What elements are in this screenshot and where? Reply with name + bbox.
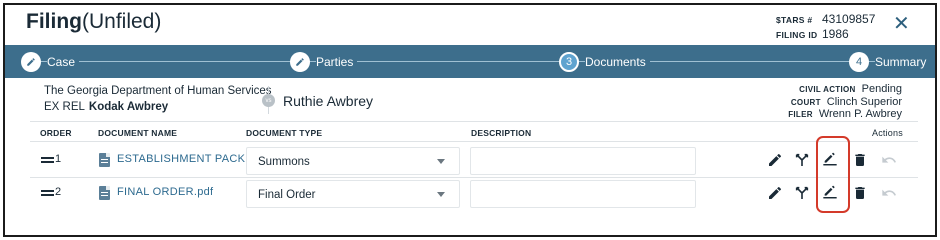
column-header-order: ORDER bbox=[40, 128, 72, 138]
row-order: 2 bbox=[55, 186, 62, 198]
step-number: 3 bbox=[559, 52, 579, 72]
undo-icon[interactable] bbox=[881, 152, 897, 168]
document-type-value: Summons bbox=[258, 156, 310, 168]
chevron-down-icon bbox=[437, 192, 445, 197]
filing-id-label: FILING ID bbox=[776, 30, 818, 40]
ex-rel-name: Kodak Awbrey bbox=[88, 101, 169, 113]
filer-label: FILER bbox=[788, 110, 813, 119]
row-order: 1 bbox=[55, 153, 62, 165]
step-label: Parties bbox=[316, 55, 358, 69]
court-value: Clinch Superior bbox=[826, 95, 902, 108]
step-case[interactable]: Case bbox=[21, 51, 80, 73]
divider bbox=[30, 141, 918, 142]
drag-handle-icon[interactable] bbox=[41, 190, 54, 196]
chevron-down-icon bbox=[437, 159, 445, 164]
merge-icon[interactable] bbox=[794, 185, 810, 201]
undo-icon[interactable] bbox=[881, 185, 897, 201]
drag-handle-icon[interactable] bbox=[41, 157, 54, 163]
court-label: COURT bbox=[790, 97, 821, 107]
column-header-document-name: DOCUMENT NAME bbox=[98, 128, 178, 138]
divider bbox=[30, 177, 918, 178]
divider bbox=[30, 121, 918, 122]
defendant-name: Ruthie Awbrey bbox=[283, 93, 374, 109]
step-label: Documents bbox=[585, 55, 650, 69]
pencil-icon[interactable] bbox=[767, 185, 783, 201]
highlight-annotation bbox=[816, 136, 850, 213]
document-icon bbox=[99, 186, 110, 200]
step-label: Case bbox=[47, 55, 80, 69]
document-type-select[interactable]: Summons bbox=[246, 147, 460, 175]
step-documents[interactable]: 3 Documents bbox=[559, 51, 650, 73]
description-input[interactable] bbox=[470, 147, 696, 175]
filing-id-value: 1986 bbox=[822, 27, 849, 41]
case-info: CIVIL ACTION Pending COURT Clinch Superior… bbox=[788, 83, 902, 121]
stars-value: 43109857 bbox=[822, 12, 876, 26]
document-type-value: Final Order bbox=[258, 189, 316, 201]
pencil-icon bbox=[290, 52, 310, 72]
step-number: 4 bbox=[849, 52, 869, 72]
column-header-document-type: DOCUMENT TYPE bbox=[246, 128, 323, 138]
civil-action-label: CIVIL ACTION bbox=[799, 85, 856, 94]
title-status: (Unfiled) bbox=[82, 10, 162, 33]
document-type-select[interactable]: Final Order bbox=[246, 180, 460, 208]
trash-icon[interactable] bbox=[852, 185, 868, 201]
step-parties[interactable]: Parties bbox=[290, 51, 358, 73]
pencil-icon[interactable] bbox=[767, 152, 783, 168]
filing-ids: $TARS # 43109857 FILING ID 1986 bbox=[776, 12, 875, 42]
step-summary[interactable]: 4 Summary bbox=[849, 51, 931, 73]
progress-stepper: Case Parties 3 Documents 4 Summary bbox=[5, 45, 935, 78]
document-name-link[interactable]: FINAL ORDER.pdf bbox=[117, 186, 213, 198]
pencil-icon bbox=[21, 52, 41, 72]
stepper-track bbox=[29, 61, 875, 62]
step-label: Summary bbox=[875, 55, 931, 69]
filer-value: Wrenn P. Awbrey bbox=[818, 108, 902, 120]
plaintiff-name: The Georgia Department of Human Services bbox=[44, 85, 272, 97]
merge-icon[interactable] bbox=[794, 152, 810, 168]
ex-rel-label: EX REL bbox=[44, 101, 85, 113]
title-main: Filing bbox=[26, 10, 82, 33]
stars-label: $TARS # bbox=[776, 15, 813, 25]
civil-action-value: Pending bbox=[861, 83, 902, 95]
column-header-description: DESCRIPTION bbox=[471, 128, 532, 138]
close-icon[interactable]: ✕ bbox=[893, 14, 910, 34]
document-icon bbox=[99, 153, 110, 167]
page-title: Filing(Unfiled) bbox=[26, 10, 161, 34]
column-header-actions: Actions bbox=[872, 128, 903, 138]
description-input[interactable] bbox=[470, 180, 696, 208]
vs-badge: vs bbox=[262, 94, 275, 107]
ex-rel: EX REL Kodak Awbrey bbox=[44, 101, 168, 113]
document-name-link[interactable]: ESTABLISHMENT PACKE... bbox=[117, 153, 263, 165]
trash-icon[interactable] bbox=[852, 152, 868, 168]
